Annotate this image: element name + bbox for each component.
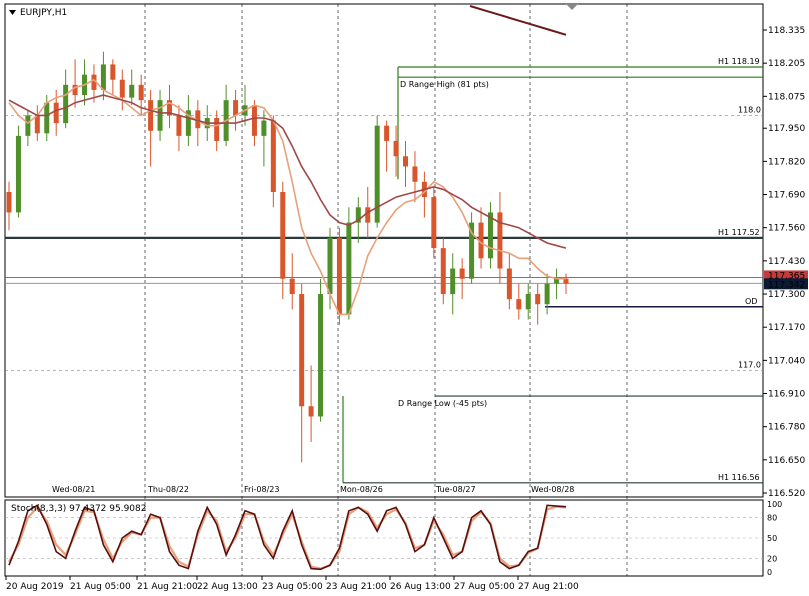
price-tick-label: 116.650 bbox=[768, 456, 805, 466]
candle-body bbox=[251, 105, 257, 136]
candle-body bbox=[176, 115, 182, 136]
time-tick-label: 21 Aug 21:00 bbox=[137, 582, 198, 592]
candle-body bbox=[233, 100, 239, 116]
stoch-tick-label: 0 bbox=[767, 568, 772, 577]
candle-body bbox=[525, 294, 531, 310]
time-tick-label: 26 Aug 13:00 bbox=[390, 582, 451, 592]
stoch-tick-label: 20 bbox=[767, 554, 777, 563]
candle-body bbox=[365, 207, 371, 223]
main-plot-frame bbox=[4, 3, 764, 498]
price-tick-label: 117.690 bbox=[768, 191, 805, 201]
price-tick-label: 117.300 bbox=[768, 290, 805, 300]
candle-body bbox=[403, 156, 409, 167]
price-tick-label: 117.560 bbox=[768, 224, 805, 234]
level-label: 118.0 bbox=[738, 105, 761, 114]
day-separator-label: Fri-08/23 bbox=[244, 485, 279, 494]
candle-body bbox=[412, 166, 418, 182]
stoch-tick-label: 80 bbox=[767, 514, 777, 523]
candle-body bbox=[148, 100, 154, 131]
candle-body bbox=[44, 102, 50, 134]
candle-body bbox=[280, 191, 286, 279]
day-separator-label: Wed-08/28 bbox=[531, 485, 574, 494]
candle-body bbox=[63, 84, 69, 124]
candle-body bbox=[450, 268, 456, 295]
candle-body bbox=[299, 294, 305, 407]
candle-body bbox=[25, 115, 31, 136]
candle-body bbox=[327, 237, 333, 295]
price-tick-label: 117.820 bbox=[768, 157, 805, 167]
price-tick-label: 117.040 bbox=[768, 356, 805, 366]
price-tick-label: 116.780 bbox=[768, 423, 805, 433]
stoch-tick-label: 100 bbox=[767, 500, 782, 509]
time-tick-label: 27 Aug 05:00 bbox=[454, 582, 515, 592]
candle-body bbox=[261, 120, 267, 136]
time-tick-label: 21 Aug 05:00 bbox=[70, 582, 131, 592]
price-tick-label: 118.075 bbox=[768, 92, 805, 102]
level-label: H1 117.52 bbox=[718, 228, 760, 237]
candle-body bbox=[34, 115, 40, 134]
candle-body bbox=[53, 102, 59, 124]
candle-body bbox=[384, 125, 390, 141]
time-tick-label: 27 Aug 21:00 bbox=[518, 582, 579, 592]
price-tick-label: 118.335 bbox=[768, 26, 805, 36]
price-chart[interactable]: Wed-08/21 Thu-08/22 Fri-08/23 Mon-08/26 Tue-… bbox=[0, 0, 809, 596]
bid-price-label: 117.342 bbox=[768, 280, 805, 290]
chart-title: EURJPY,H1 bbox=[20, 8, 67, 18]
candle-body bbox=[393, 140, 399, 157]
candle-body bbox=[318, 294, 324, 417]
candle-body bbox=[336, 237, 342, 315]
level-label: H1 118.19 bbox=[718, 57, 760, 66]
candle-body bbox=[138, 84, 144, 101]
price-tick-label: 116.520 bbox=[768, 489, 805, 499]
candle-body bbox=[308, 406, 314, 417]
candle-body bbox=[544, 283, 550, 305]
candle-body bbox=[459, 268, 465, 279]
time-tick-label: 23 Aug 21:00 bbox=[326, 582, 387, 592]
candle-body bbox=[15, 135, 21, 213]
candle-body bbox=[119, 79, 125, 98]
time-tick-label: 22 Aug 13:00 bbox=[197, 582, 258, 592]
level-label: H1 116.56 bbox=[718, 473, 760, 482]
day-separator-label: Wed-08/21 bbox=[52, 485, 95, 494]
time-axis: 20 Aug 2019 21 Aug 05:00 21 Aug 21:00 22 Au… bbox=[5, 576, 579, 592]
candle-body bbox=[110, 64, 116, 80]
candle-body bbox=[100, 64, 106, 90]
price-tick-label: 116.910 bbox=[768, 390, 805, 400]
stoch-label: Stoch(8,3,3) 97.4372 95.9082 bbox=[11, 504, 146, 514]
time-tick-label: 23 Aug 05:00 bbox=[262, 582, 323, 592]
price-tick-label: 117.430 bbox=[768, 257, 805, 267]
candle-body bbox=[346, 222, 352, 315]
price-tick-label: 117.170 bbox=[768, 323, 805, 333]
candle-body bbox=[516, 299, 522, 310]
level-label: D Range High (81 pts) bbox=[400, 80, 489, 89]
level-label: OD bbox=[745, 297, 757, 306]
stoch-tick-label: 50 bbox=[767, 534, 777, 543]
candle-body bbox=[6, 191, 12, 213]
day-separator-label: Mon-08/26 bbox=[340, 485, 383, 494]
candle-body bbox=[270, 120, 276, 192]
level-label: 117.0 bbox=[738, 361, 761, 370]
candle-body bbox=[214, 118, 220, 141]
level-label: D Range Low (-45 pts) bbox=[398, 399, 487, 408]
candle-body bbox=[506, 268, 512, 300]
price-tick-label: 117.950 bbox=[768, 124, 805, 134]
time-tick-label: 20 Aug 2019 bbox=[6, 582, 64, 592]
candle-body bbox=[157, 100, 163, 131]
price-tick-label: 118.205 bbox=[768, 59, 805, 69]
price-axis: 118.335 118.205 118.075 117.950 117.820 117.6… bbox=[763, 26, 808, 499]
candle-body bbox=[289, 278, 295, 295]
candle-body bbox=[440, 248, 446, 295]
candle-body bbox=[431, 197, 437, 249]
day-separator-label: Tue-08/27 bbox=[435, 485, 476, 494]
candle-body bbox=[129, 84, 135, 98]
candle-body bbox=[535, 294, 541, 305]
day-separator-label: Thu-08/22 bbox=[147, 485, 189, 494]
